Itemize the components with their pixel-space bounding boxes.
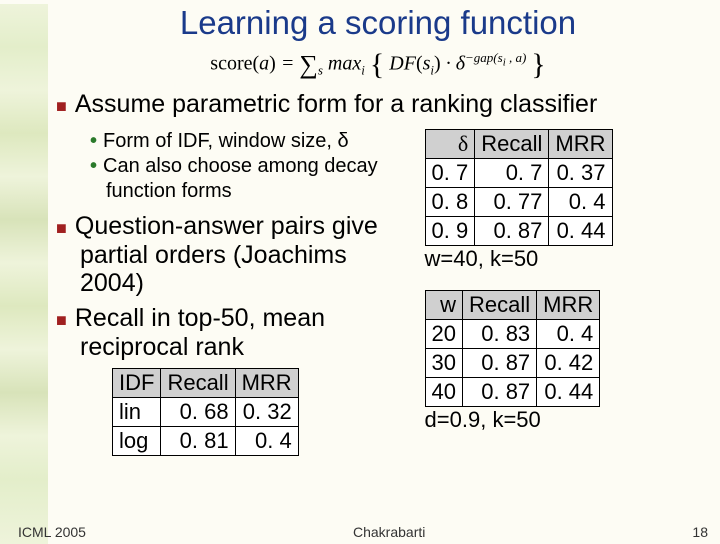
table-header-row: w Recall MRR [425,290,600,319]
cell-w: 40 [425,377,462,406]
bullet-icon: ■ [56,218,75,238]
cell-recall: 0. 83 [463,319,537,348]
table-row: 20 0. 83 0. 4 [425,319,600,348]
table-row: lin 0. 68 0. 32 [113,397,299,426]
table-row: 30 0. 87 0. 42 [425,348,600,377]
footer-left: ICML 2005 [18,524,86,540]
bullet-1: ■Assume parametric form for a ranking cl… [56,90,700,119]
cell-mrr: 0. 42 [537,348,600,377]
cell-d: 0. 9 [425,216,475,245]
sub-bullet-2: •Can also choose among decay function fo… [90,154,407,204]
delta-table: δ Recall MRR 0. 7 0. 7 0. 37 0. 8 0. 77 … [425,129,613,246]
table-header-row: IDF Recall MRR [113,368,299,397]
cell-recall: 0. 87 [463,377,537,406]
dot-icon: • [90,130,103,152]
cell-mrr: 0. 44 [549,216,612,245]
cell-mrr: 0. 4 [549,187,612,216]
col-idf: IDF [113,368,161,397]
page-title: Learning a scoring function [56,4,700,42]
score-formula: score(a) = ∑s maxi { DF(si) · δ−gap(si ,… [56,50,700,80]
footer: ICML 2005 Chakrabarti 18 [0,524,720,540]
footer-right: 18 [692,524,708,540]
cell-w: 30 [425,348,462,377]
cell-label: log [113,426,161,455]
bullet-icon: ■ [56,310,75,330]
sub-bullet-1: •Form of IDF, window size, δ [90,129,407,154]
col-recall: Recall [161,368,235,397]
table-header-row: δ Recall MRR [425,129,612,158]
cell-mrr: 0. 37 [549,158,612,187]
bullet-2: ■Question-answer pairs give partial orde… [56,212,407,298]
w-caption: d=0.9, k=50 [425,407,700,433]
cell-recall: 0. 77 [475,187,549,216]
col-mrr: MRR [549,129,612,158]
table-row: 0. 9 0. 87 0. 44 [425,216,612,245]
cell-recall: 0. 87 [463,348,537,377]
cell-w: 20 [425,319,462,348]
cell-mrr: 0. 32 [235,397,298,426]
table-row: log 0. 81 0. 4 [113,426,299,455]
bullet-icon: ■ [56,96,75,116]
col-recall: Recall [463,290,537,319]
col-w: w [425,290,462,319]
idf-table: IDF Recall MRR lin 0. 68 0. 32 log 0. 81… [112,368,299,456]
table-row: 40 0. 87 0. 44 [425,377,600,406]
col-mrr: MRR [537,290,600,319]
table-row: 0. 7 0. 7 0. 37 [425,158,612,187]
sub-bullet-text: Form of IDF, window size, δ [103,130,349,152]
sub-bullet-text: Can also choose among decay function for… [103,155,378,202]
bullet-text: Question-answer pairs give partial order… [75,212,378,298]
table-row: 0. 8 0. 77 0. 4 [425,187,612,216]
cell-recall: 0. 68 [161,397,235,426]
cell-mrr: 0. 4 [235,426,298,455]
cell-d: 0. 8 [425,187,475,216]
cell-mrr: 0. 4 [537,319,600,348]
sub-bullets: •Form of IDF, window size, δ •Can also c… [90,129,407,204]
bullet-text: Recall in top-50, mean reciprocal rank [75,304,325,361]
col-delta: δ [425,129,475,158]
cell-recall: 0. 81 [161,426,235,455]
cell-label: lin [113,397,161,426]
bullet-text: Assume parametric form for a ranking cla… [75,90,597,118]
w-table: w Recall MRR 20 0. 83 0. 4 30 0. 87 0. 4… [425,290,601,407]
footer-center: Chakrabarti [353,524,425,540]
bullet-3: ■Recall in top-50, mean reciprocal rank [56,304,407,362]
col-recall: Recall [475,129,549,158]
dot-icon: • [90,155,103,177]
cell-mrr: 0. 44 [537,377,600,406]
delta-caption: w=40, k=50 [425,246,700,272]
cell-recall: 0. 87 [475,216,549,245]
col-mrr: MRR [235,368,298,397]
cell-d: 0. 7 [425,158,475,187]
cell-recall: 0. 7 [475,158,549,187]
